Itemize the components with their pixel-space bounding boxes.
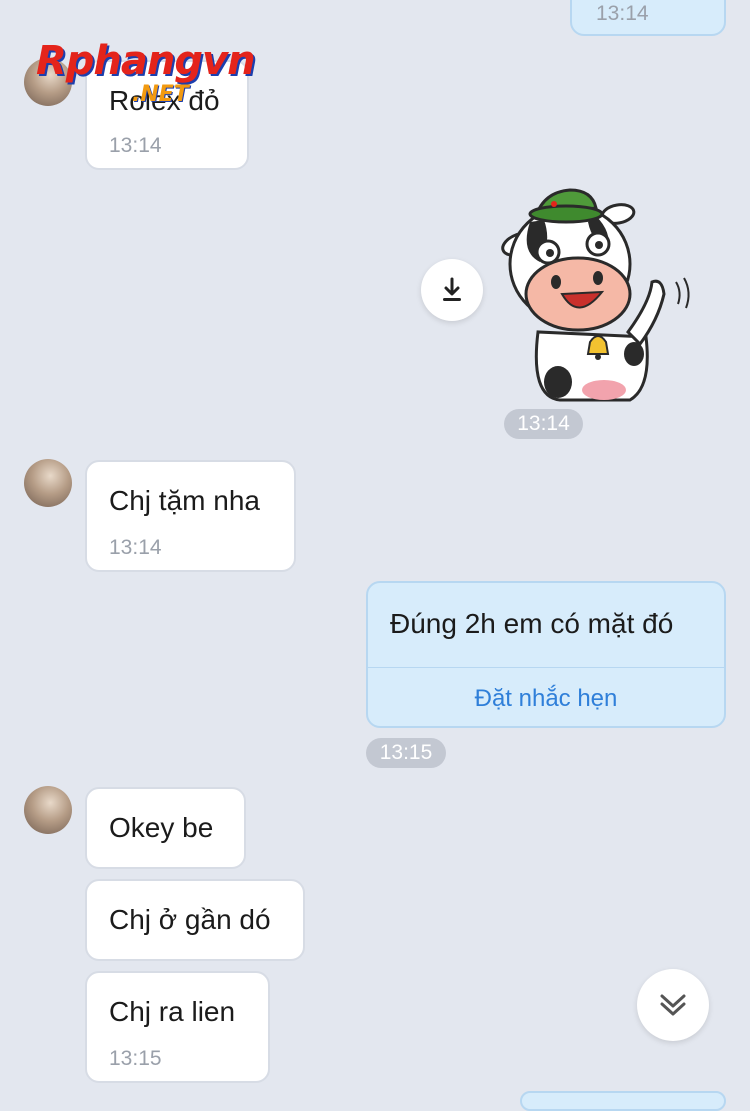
message-time-pill: 13:15 bbox=[366, 738, 446, 768]
message-time: 13:14 bbox=[109, 536, 162, 559]
message-text: Chj ở gần dó bbox=[109, 904, 271, 935]
received-message-bubble[interactable]: Chj tặm nha 13:14 bbox=[85, 460, 296, 572]
message-time: 13:14 bbox=[109, 134, 162, 157]
watermark-main-text: Rphangvn bbox=[36, 38, 256, 84]
download-sticker-button[interactable] bbox=[421, 259, 483, 321]
watermark-logo: Rphangvn .NET bbox=[36, 38, 266, 112]
sent-message-bubble[interactable]: Đúng 2h em có mặt đó Đặt nhắc hẹn bbox=[366, 581, 726, 728]
received-message-bubble[interactable]: Okey be bbox=[85, 787, 246, 869]
message-time: 13:14 bbox=[596, 2, 649, 25]
sent-message-bubble-top[interactable]: 13:14 bbox=[570, 0, 726, 36]
sent-message-bubble-bottom[interactable] bbox=[520, 1091, 726, 1111]
message-text: Chj ra lien bbox=[109, 996, 236, 1027]
contact-avatar[interactable] bbox=[24, 786, 72, 834]
bubble-divider bbox=[368, 667, 724, 668]
scroll-to-bottom-button[interactable] bbox=[637, 969, 709, 1041]
cow-sticker[interactable] bbox=[500, 182, 700, 407]
sticker-time-pill: 13:14 bbox=[504, 409, 583, 439]
contact-avatar[interactable] bbox=[24, 459, 72, 507]
message-text: Đúng 2h em có mặt đó bbox=[390, 608, 674, 639]
received-message-bubble[interactable]: Chj ở gần dó bbox=[85, 879, 305, 961]
message-time: 13:15 bbox=[109, 1047, 162, 1070]
received-message-bubble[interactable]: Chj ra lien 13:15 bbox=[85, 971, 270, 1083]
download-icon bbox=[443, 277, 461, 301]
message-text: Chj tặm nha bbox=[109, 485, 260, 516]
watermark-sub-text: .NET bbox=[132, 82, 189, 107]
message-text: Okey be bbox=[109, 812, 214, 843]
set-reminder-link[interactable]: Đặt nhắc hẹn bbox=[368, 685, 724, 713]
double-chevron-down-icon bbox=[660, 994, 686, 1016]
